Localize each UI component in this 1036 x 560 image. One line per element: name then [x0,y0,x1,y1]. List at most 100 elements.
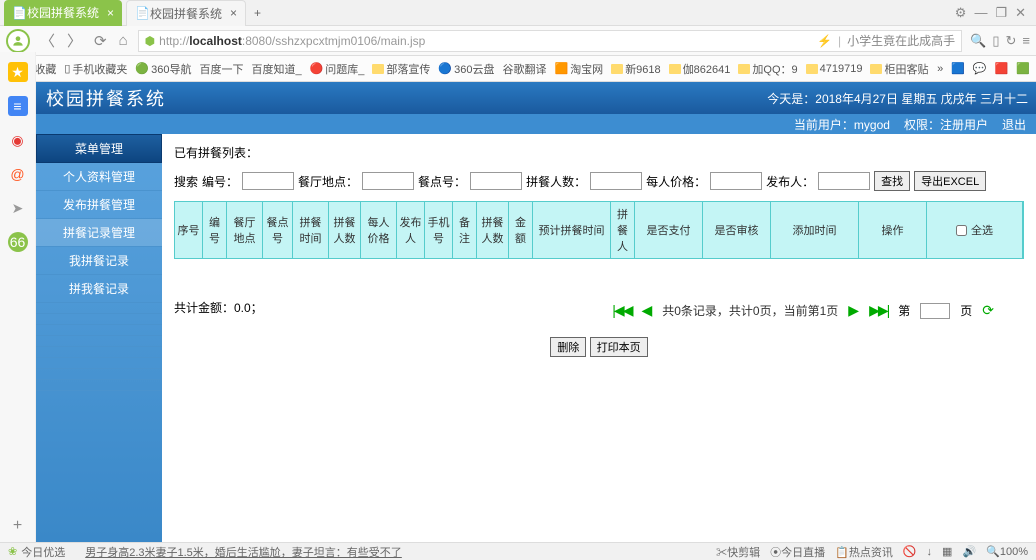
refresh-icon[interactable]: ↻ [1006,33,1017,49]
bm-icon[interactable]: 🟦 [951,62,965,75]
col-pub: 发布人 [397,202,425,258]
bookmark-item[interactable]: 🔵360云盘 [438,61,494,77]
status-item[interactable]: ✂快剪辑 [716,544,760,560]
url-path: :8080/sshzxpcxtmjm0106/main.jsp [242,34,425,48]
input-id[interactable] [242,172,294,190]
zoom-label[interactable]: 🔍100% [986,545,1028,558]
back-icon[interactable]: 〈 [38,30,57,51]
input-count[interactable] [590,172,642,190]
sidebar-item-records[interactable]: 拼餐记录管理 [36,219,162,247]
sidebar-item-profile[interactable]: 个人资料管理 [36,163,162,191]
print-button[interactable]: 打印本页 [590,337,648,357]
bookmark-item[interactable]: 🔴问题库_ [310,61,365,77]
status-marquee[interactable]: 男子身高2.3米妻子1.5米，婚后生活尴尬，妻子坦言：有些受不了 [85,544,402,560]
app-icon[interactable]: ▦ [942,545,952,558]
close-window-icon[interactable]: ✕ [1015,5,1026,21]
new-tab-button[interactable]: + [246,6,269,20]
forward-icon[interactable]: 〉 [65,30,84,51]
sound-icon[interactable]: 🔊 [962,545,976,558]
page-input[interactable] [920,303,950,319]
bookmark-item[interactable]: 伽862641 [669,61,731,77]
weibo-icon[interactable]: ◉ [8,130,28,150]
label-f5: 每人价格： [646,173,706,190]
select-all-checkbox[interactable] [956,225,967,236]
arrow-icon[interactable]: ➤ [8,198,28,218]
bookmark-item[interactable]: 4719719 [806,63,863,75]
delete-button[interactable]: 删除 [550,337,586,357]
sidebar-item-empty[interactable] [36,336,162,347]
col-loc: 餐厅地点 [227,202,263,258]
input-meal[interactable] [470,172,522,190]
grid-head: 序号 编号 餐厅地点 餐点号 拼餐时间 拼餐人数 每人价格 发布人 手机号 备注… [175,202,1023,258]
first-page-icon[interactable]: |◀◀ [612,302,631,319]
bookmark-item[interactable]: 部落宣传 [372,61,430,77]
chevron-right-icon[interactable]: » [937,63,943,75]
prev-page-icon[interactable]: ◀ [641,302,652,319]
label-f6: 发布人： [766,173,814,190]
col-id: 编号 [203,202,227,258]
home-icon[interactable]: ⌂ [117,32,130,49]
content: 已有拼餐列表： 搜索 编号： 餐厅地点： 餐点号： 拼餐人数： 每人价格： 发布… [162,134,1036,542]
status-item[interactable]: ⦿今日直播 [770,544,825,560]
at-icon[interactable]: @ [8,164,28,184]
sidebar-item-empty[interactable] [36,380,162,391]
search-button[interactable]: 查找 [874,171,910,191]
sidebar-item-empty[interactable] [36,358,162,369]
bm-icon[interactable]: 🟥 [995,62,1009,75]
bookmark-item[interactable]: 柜田客贴 [870,61,928,77]
bookmark-item[interactable]: 加QQ：9 [738,61,797,77]
go-page-icon[interactable]: ⟳ [982,302,994,319]
tab-active[interactable]: 📄 校园拼餐系统 × [4,0,122,26]
close-icon[interactable]: × [230,6,237,20]
input-price[interactable] [710,172,762,190]
sidebar-item-empty[interactable] [36,325,162,336]
input-publisher[interactable] [818,172,870,190]
logout-link[interactable]: 退出 [1002,116,1026,133]
download-icon[interactable]: ↓ [927,546,933,558]
avatar[interactable] [6,29,30,53]
col-audit: 是否审核 [703,202,771,258]
plus-icon[interactable]: + [8,516,28,536]
status-left[interactable]: 今日优选 [21,544,65,560]
sidebar-item-empty[interactable] [36,369,162,380]
bm-icon[interactable]: 💬 [973,62,987,75]
sidebar-item-empty[interactable] [36,314,162,325]
export-button[interactable]: 导出EXCEL [914,171,986,191]
doc-icon[interactable]: ≡ [8,96,28,116]
search-icon[interactable]: 🔍 [970,33,986,49]
bookmark-item[interactable]: 新9618 [611,61,660,77]
last-page-icon[interactable]: ▶▶| [869,302,888,319]
sidebar-item-mine[interactable]: 拼我餐记录 [36,275,162,303]
sidebar-item-my[interactable]: 我拼餐记录 [36,247,162,275]
left-rail: ★ ≡ ◉ @ ➤ 66 + [0,52,36,542]
banner-date: 今天是：2018年4月27日 星期五 戊戌年 三月十二 [767,90,1028,107]
bookmark-item[interactable]: ▯手机收藏夹 [64,61,127,77]
bookmark-item[interactable]: 百度知道_ [251,61,301,77]
leaf-icon: ❀ [8,545,17,558]
phone-icon[interactable]: ▯ [992,33,999,49]
menu-icon[interactable]: ≡ [1022,33,1030,49]
input-location[interactable] [362,172,414,190]
close-icon[interactable]: × [107,6,114,20]
url-input[interactable]: ⬢ http:// localhost :8080/sshzxpcxtmjm01… [138,30,962,52]
sidebar-item-empty[interactable] [36,303,162,314]
sidebar-item-empty[interactable] [36,347,162,358]
bookmark-item[interactable]: 🟢360导航 [135,61,191,77]
sidebar-item-publish[interactable]: 发布拼餐管理 [36,191,162,219]
tab-inactive[interactable]: 📄 校园拼餐系统 × [126,0,246,26]
bookmark-item[interactable]: 🟧淘宝网 [554,61,603,77]
bm-icon[interactable]: 🟩 [1016,62,1030,75]
block-icon[interactable]: 🚫 [903,545,917,558]
next-page-icon[interactable]: ▶ [848,302,859,319]
status-item[interactable]: 📋热点资讯 [835,544,893,560]
maximize-icon[interactable]: ❐ [995,5,1007,21]
bookmark-item[interactable]: 百度一下 [199,61,243,77]
bookmark-item[interactable]: 谷歌翻译 [502,61,546,77]
badge-icon[interactable]: 66 [8,232,28,252]
bookmarks-bar: ◀ ★收藏 ▯手机收藏夹 🟢360导航 百度一下 百度知道_ 🔴问题库_ 部落宣… [0,56,1036,82]
reload-icon[interactable]: ⟳ [92,32,109,50]
minimize-icon[interactable]: — [974,5,987,21]
settings-icon[interactable]: ⚙ [955,5,967,21]
star-icon[interactable]: ★ [8,62,28,82]
lightning-icon[interactable]: ⚡ [817,34,832,48]
